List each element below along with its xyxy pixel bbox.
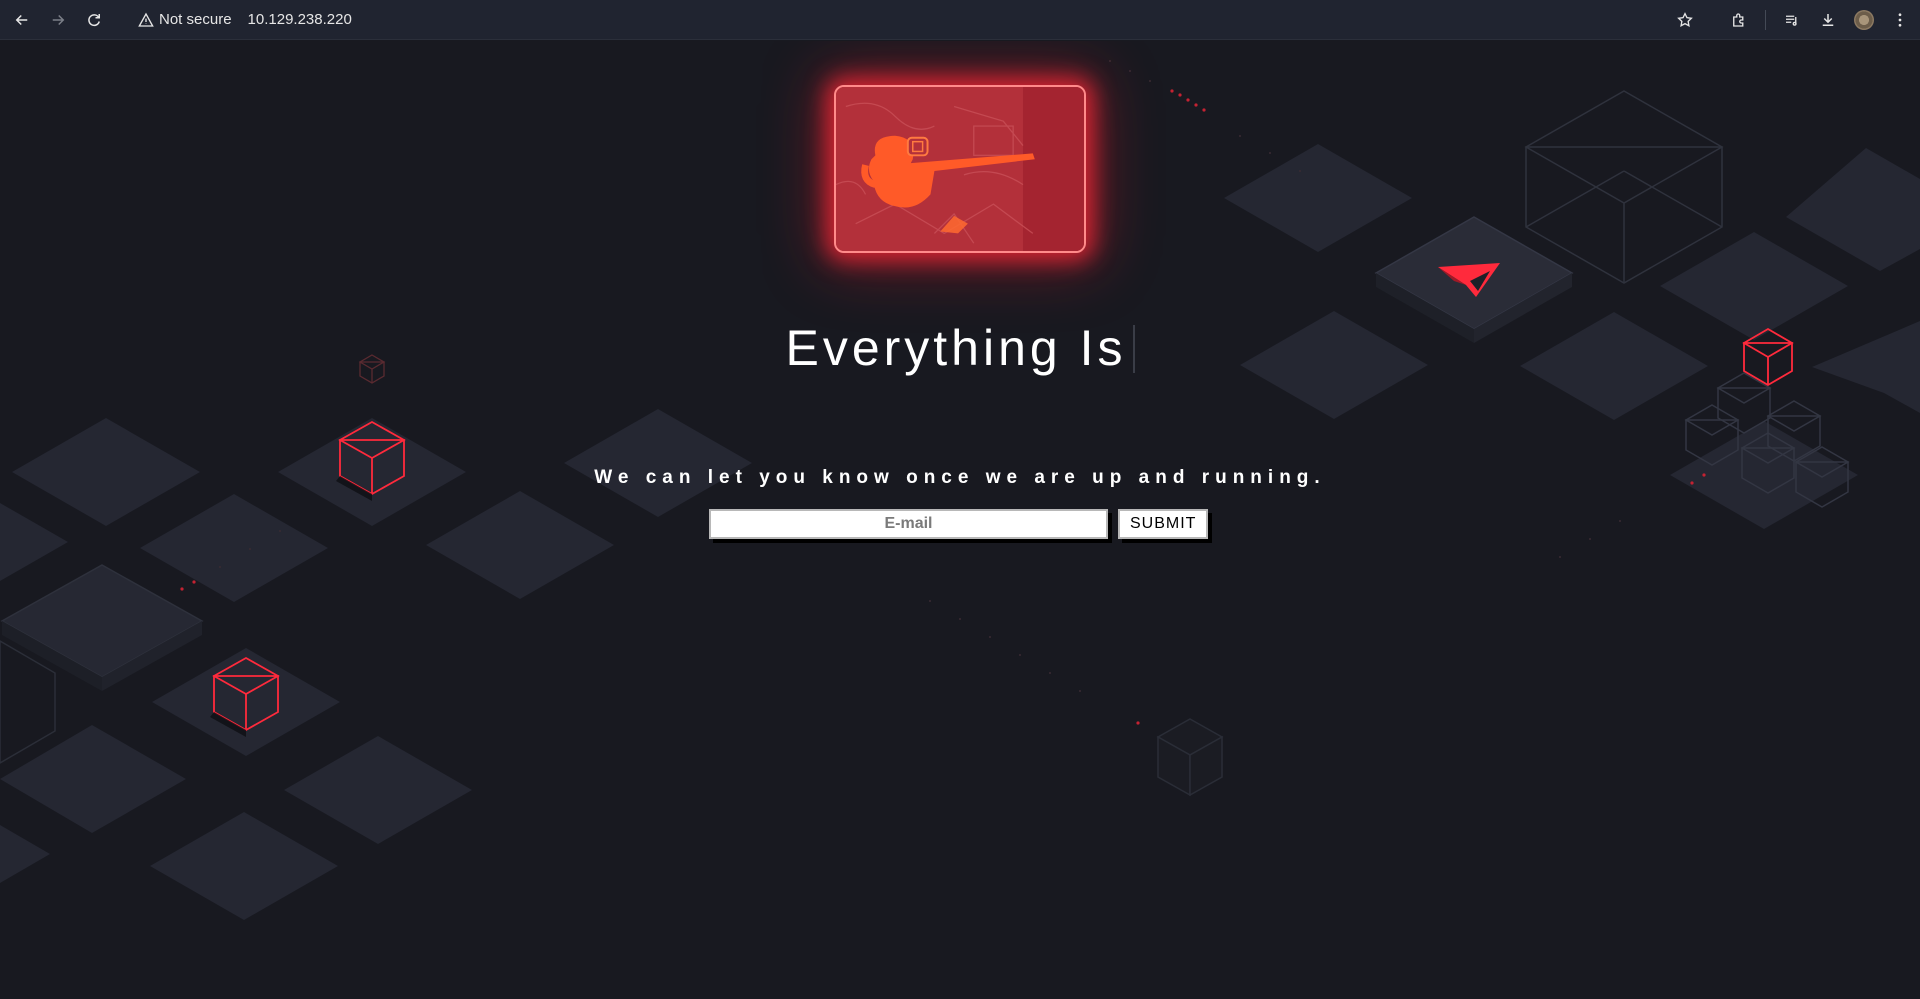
menu-button[interactable] xyxy=(1884,4,1916,36)
submit-button[interactable]: SUBMIT xyxy=(1118,509,1209,539)
extensions-puzzle-icon xyxy=(1733,13,1744,27)
email-input[interactable] xyxy=(709,509,1108,539)
forward-arrow-icon xyxy=(52,14,65,25)
media-controls-icon xyxy=(1786,15,1797,26)
download-icon xyxy=(1822,14,1834,26)
bookmark-button[interactable] xyxy=(1669,4,1701,36)
page-body: Everything Is We can let you know once w… xyxy=(0,41,1920,999)
tagline: We can let you know once we are up and r… xyxy=(594,467,1326,488)
back-button[interactable] xyxy=(6,4,38,36)
toolbar-divider xyxy=(1765,10,1766,30)
security-label: Not secure xyxy=(159,11,232,28)
downloads-button[interactable] xyxy=(1812,4,1844,36)
forward-button[interactable] xyxy=(42,4,74,36)
nav-buttons xyxy=(6,4,110,36)
star-icon xyxy=(1677,12,1693,27)
headline-text: Everything Is xyxy=(785,320,1127,376)
profile-avatar xyxy=(1854,10,1874,30)
profile-button[interactable] xyxy=(1848,4,1880,36)
toolbar-actions xyxy=(1669,4,1916,36)
subscribe-form: SUBMIT xyxy=(709,509,1209,539)
browser-toolbar: Not secure 10.129.238.220 xyxy=(0,0,1920,40)
media-button[interactable] xyxy=(1776,4,1808,36)
url-text[interactable]: 10.129.238.220 xyxy=(248,11,352,28)
reload-icon xyxy=(88,13,100,26)
back-arrow-icon xyxy=(15,14,28,25)
warning-triangle-icon xyxy=(138,12,154,27)
typing-caret xyxy=(1132,325,1135,373)
reload-button[interactable] xyxy=(78,4,110,36)
page-title: Everything Is xyxy=(0,319,1920,377)
extensions-button[interactable] xyxy=(1723,4,1755,36)
kebab-menu-icon xyxy=(1898,13,1902,27)
security-indicator[interactable]: Not secure xyxy=(138,11,232,28)
hero-image xyxy=(834,85,1086,253)
address-bar[interactable]: Not secure 10.129.238.220 xyxy=(138,5,352,35)
